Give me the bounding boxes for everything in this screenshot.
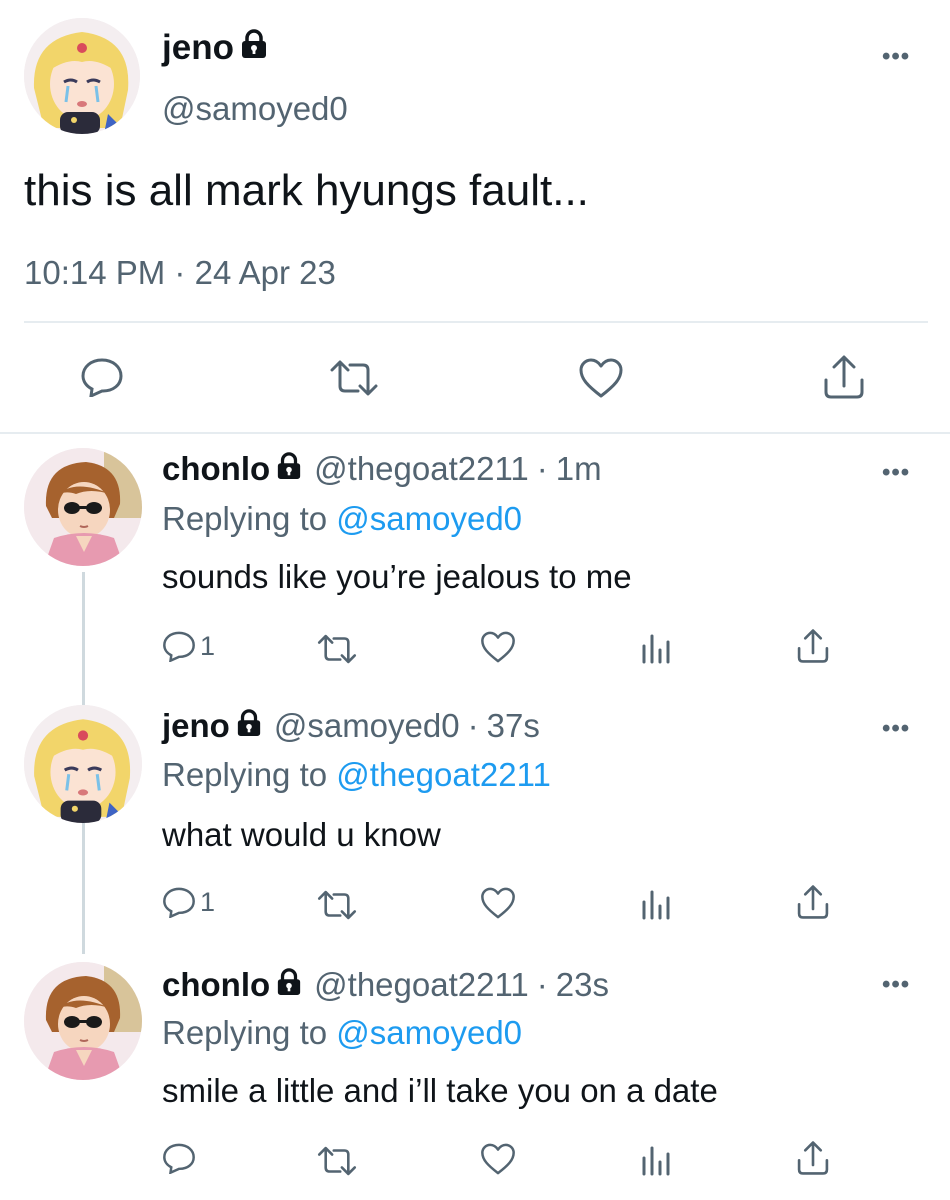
analytics-icon [642,890,670,920]
avatar[interactable] [24,448,142,566]
share-icon [797,1141,829,1175]
more-options-icon[interactable]: ••• [882,973,910,997]
reply-text: smile a little and i’ll take you on a da… [162,1072,718,1109]
retweet-button[interactable] [316,1146,358,1176]
reply-button[interactable]: 1 [162,886,215,918]
like-button[interactable] [480,1142,516,1176]
replying-to-line: Replying to @samoyed0 [162,1014,522,1052]
more-options-icon[interactable]: ••• [882,717,910,741]
reply-age[interactable]: 1m [556,450,602,488]
replying-to-label: Replying to [162,1014,328,1051]
reply-text: sounds like you’re jealous to me [162,558,632,595]
meta-separator: · [467,707,479,744]
reply-age[interactable]: 37s [487,707,540,745]
avatar[interactable] [24,705,142,823]
heart-icon [579,358,623,398]
reply-display-name[interactable]: chonlo [162,450,270,488]
replying-to-line: Replying to @thegoat2211 [162,756,551,794]
avatar-chonlo-image [24,962,142,1080]
tweet-text: this is all mark hyungs fault... [24,166,589,215]
share-button[interactable] [822,354,866,400]
analytics-button[interactable] [640,888,672,920]
avatar-sailor-moon-image [24,18,140,134]
like-button[interactable] [578,357,624,399]
lock-icon [240,28,268,68]
tweet-date: 24 Apr 23 [194,254,336,291]
retweet-button[interactable] [328,360,380,396]
share-icon [797,629,829,663]
replying-to-label: Replying to [162,500,328,537]
reply-icon [163,631,195,662]
lock-icon [236,707,262,745]
meta-separator: · [536,966,548,1003]
reply-button[interactable] [80,357,124,397]
divider [0,432,950,434]
retweet-icon [317,634,357,664]
retweet-icon [317,890,357,920]
share-button[interactable] [796,1140,830,1176]
heart-icon [481,631,515,663]
reply-display-name[interactable]: chonlo [162,966,270,1004]
heart-icon [481,1143,515,1175]
author-handle[interactable]: @samoyed0 [162,90,348,128]
reply-icon [163,1143,195,1174]
replying-to-link[interactable]: @thegoat2211 [336,756,551,793]
reply-age[interactable]: 23s [556,966,609,1004]
reply-count: 1 [200,886,216,917]
analytics-icon [642,634,670,664]
tweet-timestamp[interactable]: 10:14 PM · 24 Apr 23 [24,254,336,292]
reply-handle[interactable]: @thegoat2211 [314,450,529,488]
tweet-time: 10:14 PM [24,254,166,291]
like-button[interactable] [480,886,516,920]
reply-count: 1 [200,630,216,661]
analytics-button[interactable] [640,632,672,664]
more-options-icon[interactable]: ••• [882,461,910,485]
reply-handle[interactable]: @samoyed0 [274,707,460,745]
share-button[interactable] [796,628,830,664]
avatar[interactable] [24,962,142,1080]
meta-separator: · [536,450,548,487]
reply-button[interactable]: 1 [162,630,215,662]
avatar-chonlo-image [24,448,142,566]
reply-header: chonlo @thegoat2211 · 1m [162,450,602,488]
reply-button[interactable] [162,1142,200,1174]
share-icon [824,355,864,399]
like-button[interactable] [480,630,516,664]
divider [24,321,928,323]
reply-handle[interactable]: @thegoat2211 [314,966,529,1004]
lock-icon [276,966,302,1004]
replying-to-line: Replying to @samoyed0 [162,500,522,538]
heart-icon [481,887,515,919]
avatar[interactable] [24,18,140,134]
reply-icon [81,358,123,397]
share-button[interactable] [796,884,830,920]
share-icon [797,885,829,919]
replying-to-label: Replying to [162,756,328,793]
retweet-button[interactable] [316,890,358,920]
reply-text: what would u know [162,816,441,853]
more-options-icon[interactable]: ••• [882,45,910,69]
analytics-button[interactable] [640,1144,672,1176]
lock-icon [276,450,302,488]
retweet-icon [317,1146,357,1176]
replying-to-link[interactable]: @samoyed0 [336,500,522,537]
reply-header: chonlo @thegoat2211 · 23s [162,966,609,1004]
retweet-button[interactable] [316,634,358,664]
reply-display-name[interactable]: jeno [162,707,230,745]
reply-header: jeno @samoyed0 · 37s [162,707,540,745]
author-display-name[interactable]: jeno [162,28,234,68]
timestamp-separator: · [174,254,186,291]
analytics-icon [642,1146,670,1176]
retweet-icon [330,360,378,396]
reply-icon [163,887,195,918]
replying-to-link[interactable]: @samoyed0 [336,1014,522,1051]
avatar-sailor-moon-image [24,705,142,823]
